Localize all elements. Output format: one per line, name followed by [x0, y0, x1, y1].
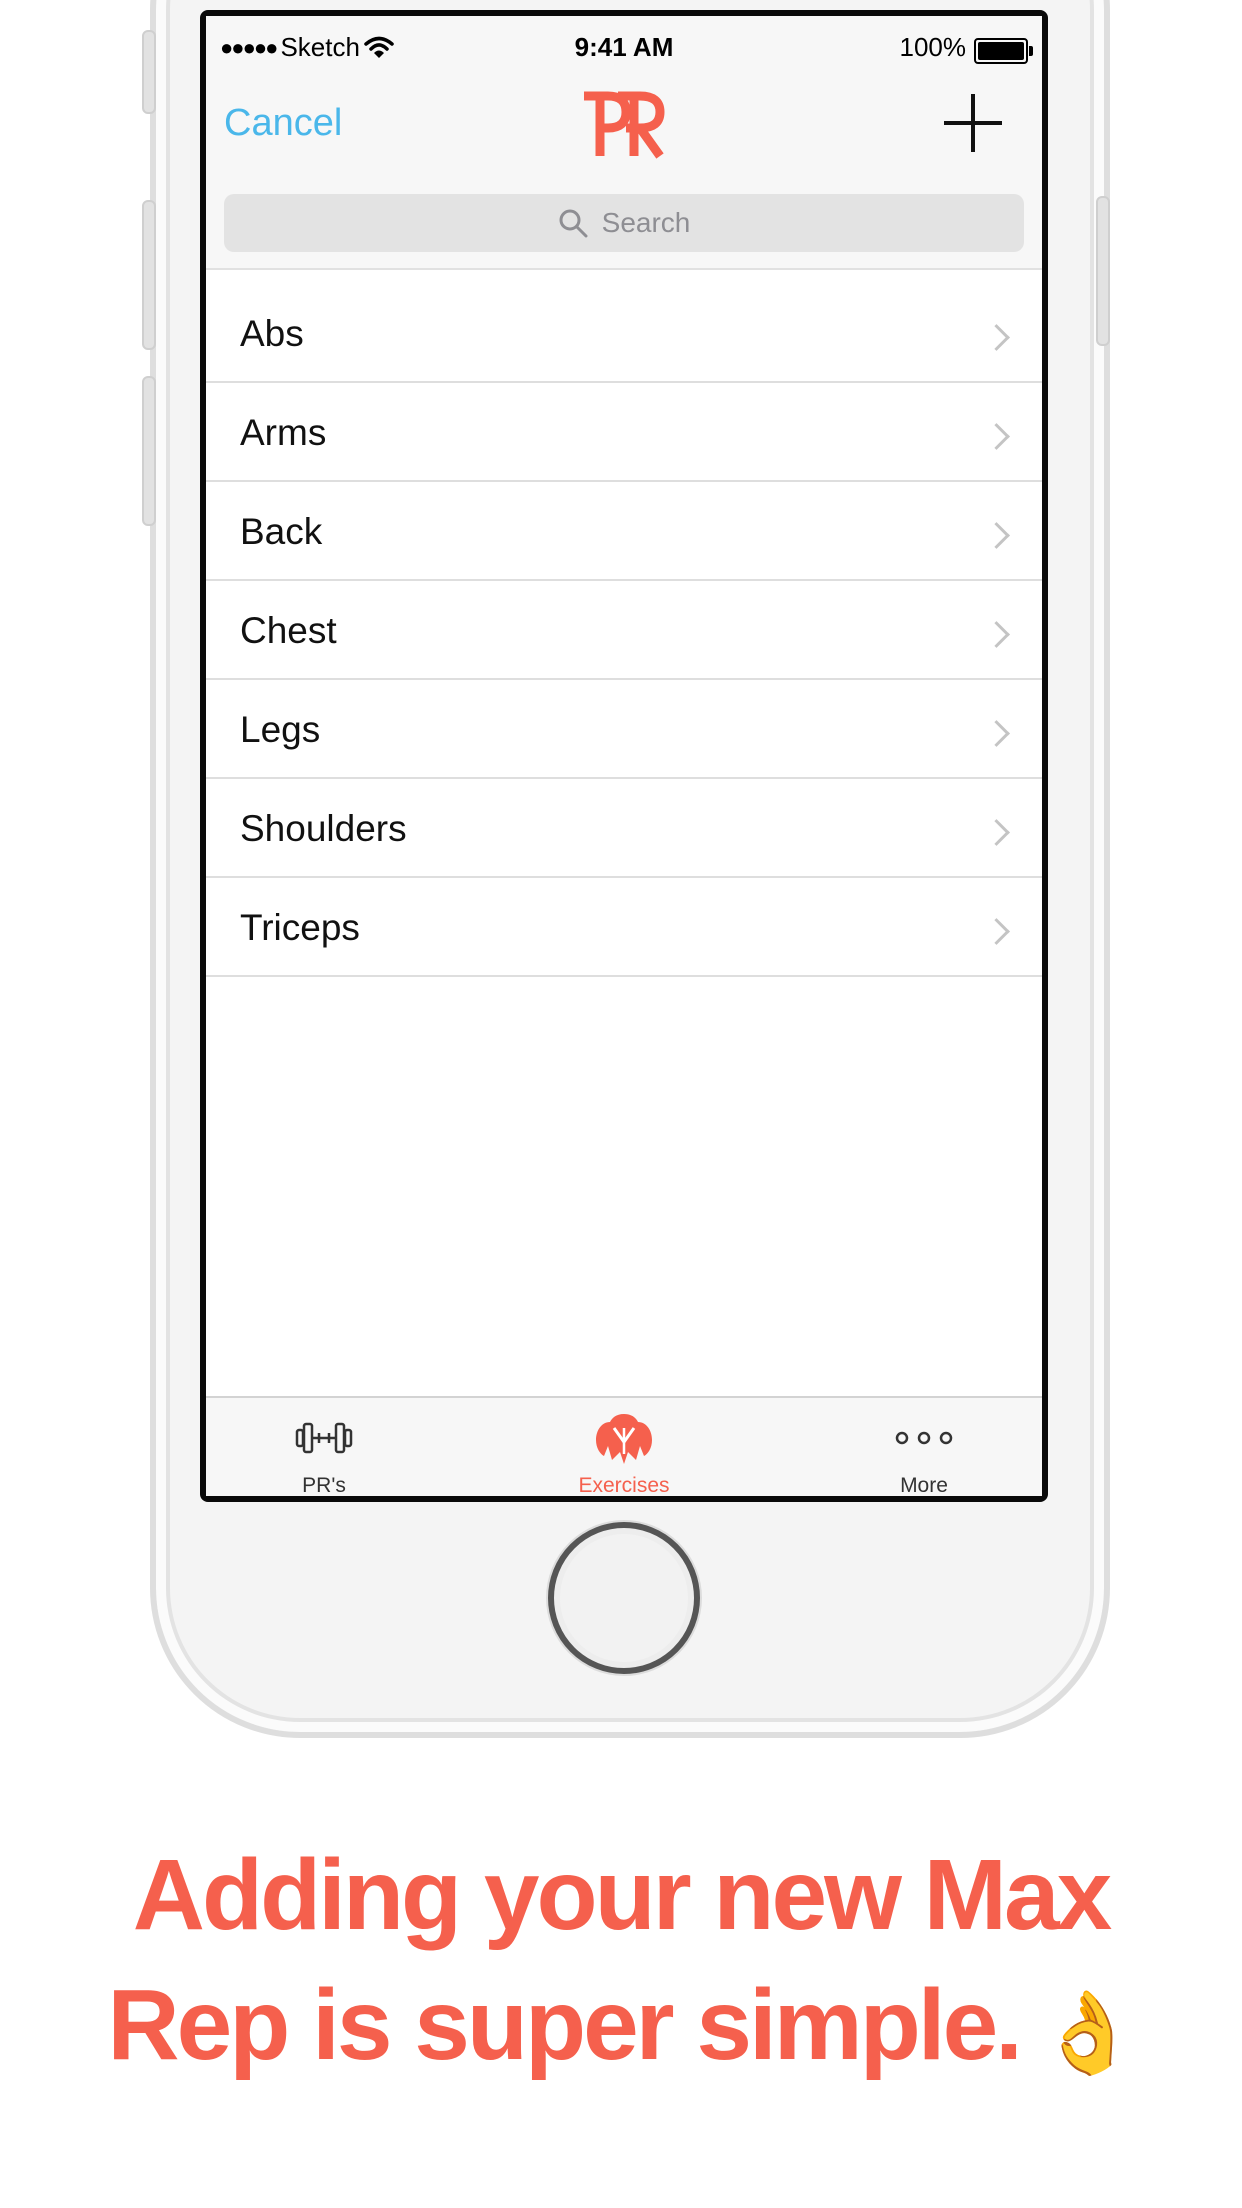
tab-prs[interactable]: PR's — [224, 1398, 424, 1496]
pr-logo-icon — [584, 91, 665, 159]
cancel-button[interactable]: Cancel — [224, 102, 342, 145]
chevron-right-icon — [983, 522, 1010, 549]
list-item[interactable]: Arms — [206, 383, 1042, 482]
chevron-right-icon — [983, 324, 1010, 351]
search-placeholder: Search — [601, 207, 691, 238]
add-button[interactable] — [944, 94, 1002, 152]
tab-exercises[interactable]: Exercises — [524, 1398, 724, 1496]
list-item-label: Arms — [240, 412, 327, 453]
volume-up-button — [142, 200, 156, 350]
battery-fill — [978, 42, 1024, 60]
chevron-right-icon — [983, 918, 1010, 945]
chevron-right-icon — [983, 819, 1010, 846]
tab-more[interactable]: More — [824, 1398, 1024, 1496]
battery-percent: 100% — [899, 32, 967, 62]
list-item-label: Abs — [240, 313, 304, 354]
chevron-right-icon — [983, 621, 1010, 648]
list-item-label: Triceps — [240, 907, 360, 948]
chevron-right-icon — [983, 720, 1010, 747]
muscle-torso-icon — [596, 1414, 652, 1464]
tab-exercises-label: Exercises — [578, 1474, 670, 1496]
more-dots-icon — [895, 1431, 953, 1445]
tab-prs-label: PR's — [302, 1474, 346, 1496]
search-input[interactable]: Search — [224, 194, 1024, 252]
list-item-label: Legs — [240, 709, 321, 750]
status-bar: ●●●●● Sketch 9:41 AM 100% — [206, 16, 1042, 78]
dumbbell-icon — [295, 1422, 353, 1454]
list-item[interactable]: Shoulders — [206, 779, 1042, 878]
list-item[interactable]: Legs — [206, 680, 1042, 779]
tab-bar: PR's Exercises More — [206, 1396, 1042, 1496]
navigation-bar: Cancel — [206, 78, 1042, 182]
tab-more-label: More — [900, 1474, 948, 1496]
power-button — [1096, 196, 1110, 346]
volume-down-button — [142, 376, 156, 526]
headline-line-2: Rep is super simple. 👌 — [0, 1960, 1242, 2098]
list-item-label: Back — [240, 511, 323, 552]
search-icon — [559, 209, 588, 238]
marketing-headline: Adding your new Max Rep is super simple.… — [0, 1830, 1242, 2098]
home-button[interactable] — [548, 1522, 700, 1674]
battery-icon — [974, 38, 1033, 64]
headline-line-1: Adding your new Max — [132, 1839, 1112, 1951]
list-item[interactable]: Back — [206, 482, 1042, 581]
list-item[interactable]: Chest — [206, 581, 1042, 680]
list-item-label: Chest — [240, 610, 337, 651]
app-screen: ●●●●● Sketch 9:41 AM 100% Cancel Search — [206, 16, 1042, 1496]
headline-line-2-text: Rep is super simple. — [107, 1969, 1023, 2081]
search-bar-container: Search — [206, 180, 1042, 270]
ok-hand-emoji: 👌 — [1037, 1985, 1138, 2079]
list-item[interactable]: Abs — [206, 270, 1042, 383]
mute-switch — [142, 30, 156, 114]
category-list: Abs Arms Back Chest Legs Shoulders Trice… — [206, 270, 1042, 977]
chevron-right-icon — [983, 423, 1010, 450]
list-item-label: Shoulders — [240, 808, 407, 849]
list-item[interactable]: Triceps — [206, 878, 1042, 977]
